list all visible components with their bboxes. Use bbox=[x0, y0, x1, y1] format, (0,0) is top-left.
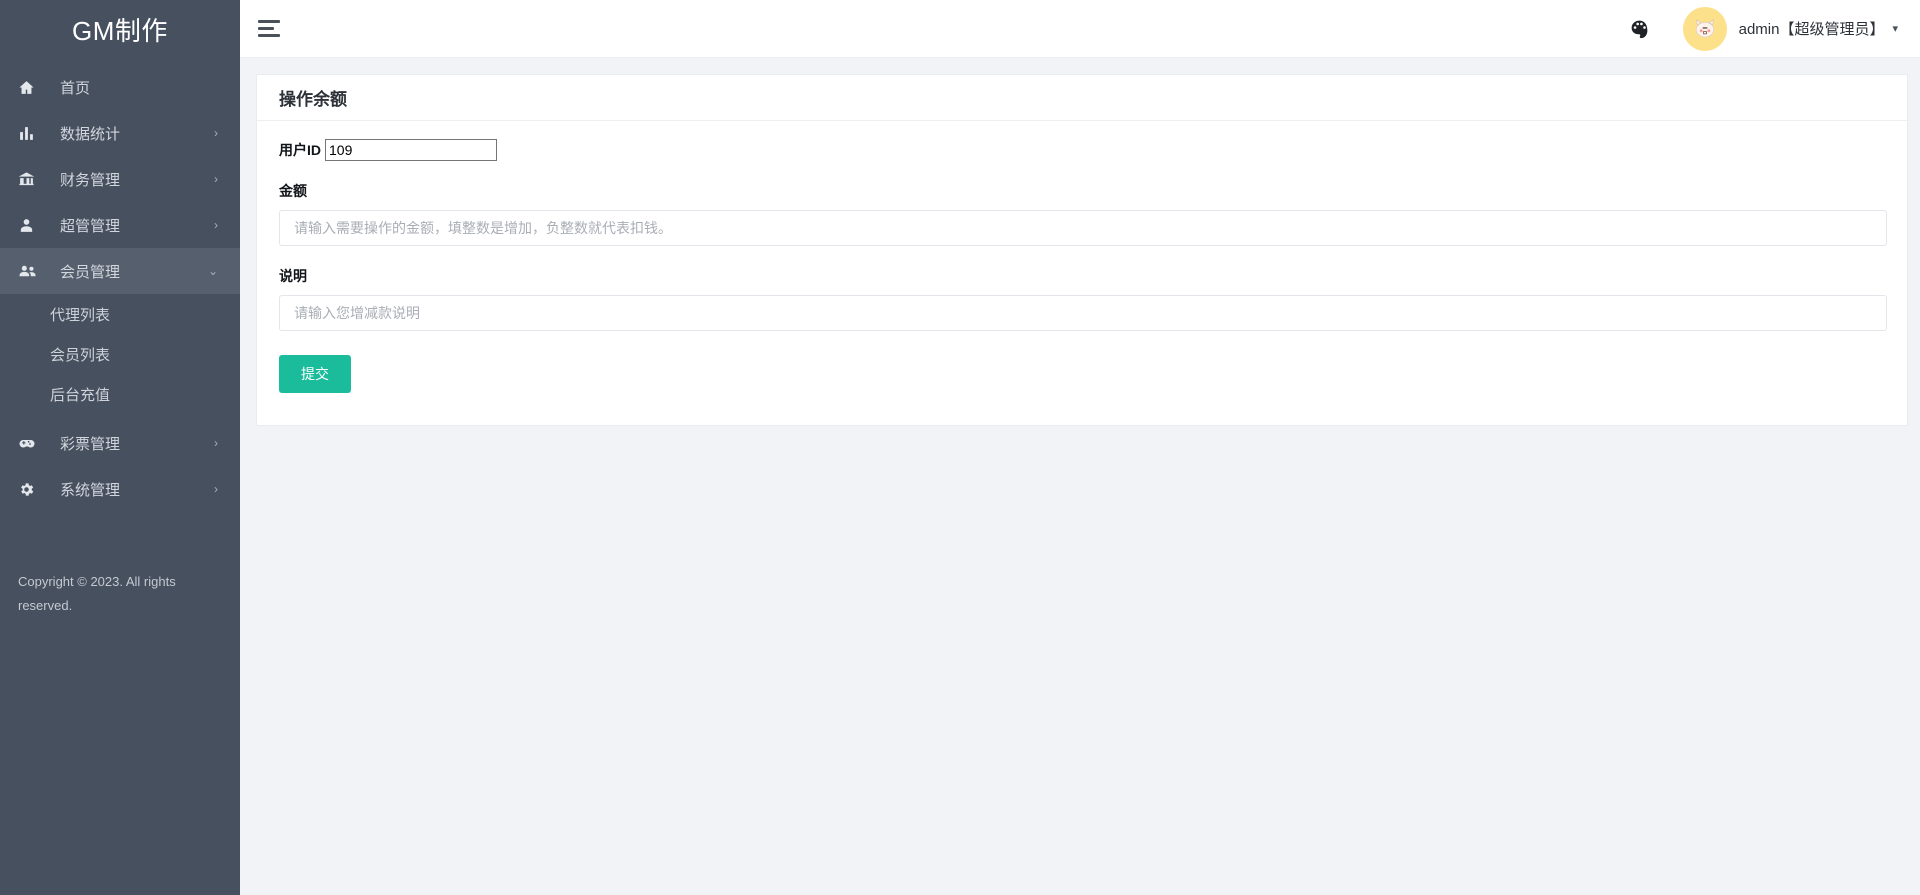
user-name-label: admin【超级管理员】 bbox=[1738, 21, 1885, 38]
sidebar-item-system[interactable]: 系统管理 › bbox=[0, 466, 240, 512]
cat-avatar-icon bbox=[1695, 18, 1714, 37]
sidebar-item-backend-recharge-label: 后台充值 bbox=[50, 386, 111, 404]
hamburger-bar bbox=[258, 27, 274, 30]
sidebar-nav: 首页 数据统计 › 财务管理 › 超管管理 › 会员管理 ⌄ 代理列表 会员列表… bbox=[0, 58, 240, 512]
sidebar-item-finance[interactable]: 财务管理 › bbox=[0, 156, 240, 202]
sidebar-item-superadmin[interactable]: 超管管理 › bbox=[0, 202, 240, 248]
user-menu[interactable]: admin【超级管理员】 ▾ bbox=[1682, 6, 1898, 51]
sidebar-item-member-list-label: 会员列表 bbox=[50, 346, 111, 364]
header-right-group: admin【超级管理员】 ▾ bbox=[1623, 6, 1898, 51]
page-title: 操作余额 bbox=[279, 90, 347, 109]
user-icon bbox=[18, 215, 46, 235]
avatar bbox=[1682, 6, 1727, 51]
description-input[interactable] bbox=[279, 295, 1887, 331]
sidebar-item-member-list[interactable]: 会员列表 bbox=[0, 334, 240, 374]
description-field-group: 说明 bbox=[279, 266, 1887, 331]
chevron-right-icon: › bbox=[214, 218, 218, 232]
bank-icon bbox=[18, 169, 46, 189]
home-icon bbox=[18, 77, 46, 97]
sidebar-item-agent-list[interactable]: 代理列表 bbox=[0, 294, 240, 334]
sidebar-item-agent-list-label: 代理列表 bbox=[50, 306, 111, 324]
gear-icon bbox=[18, 479, 46, 499]
chevron-right-icon: › bbox=[214, 482, 218, 496]
operate-balance-card: 操作余额 用户ID 金额 说明 提交 bbox=[256, 74, 1908, 426]
sidebar: GM制作 首页 数据统计 › 财务管理 › 超管管理 › 会员管理 ⌄ 代理列表… bbox=[0, 0, 240, 895]
amount-input[interactable] bbox=[279, 210, 1887, 246]
sidebar-item-members-label: 会员管理 bbox=[60, 263, 121, 281]
menu-toggle-icon[interactable] bbox=[258, 14, 288, 44]
copyright-text: Copyright © 2023. All rights reserved. bbox=[18, 574, 176, 613]
sidebar-item-lottery-label: 彩票管理 bbox=[60, 435, 121, 453]
main-content: 操作余额 用户ID 金额 说明 提交 bbox=[240, 58, 1920, 895]
sidebar-item-system-label: 系统管理 bbox=[60, 481, 121, 499]
sidebar-item-finance-label: 财务管理 bbox=[60, 171, 121, 189]
chevron-right-icon: › bbox=[214, 172, 218, 186]
chevron-right-icon: › bbox=[214, 126, 218, 140]
submit-button[interactable]: 提交 bbox=[279, 355, 351, 393]
brand-logo[interactable]: GM制作 bbox=[0, 0, 240, 58]
brand-label: GM制作 bbox=[72, 15, 168, 46]
operate-balance-form: 用户ID 金额 说明 提交 bbox=[257, 121, 1907, 393]
sidebar-submenu-members: 代理列表 会员列表 后台充值 bbox=[0, 294, 240, 414]
sidebar-item-statistics-label: 数据统计 bbox=[60, 125, 121, 143]
hamburger-bar bbox=[258, 20, 280, 23]
page-root: GM制作 首页 数据统计 › 财务管理 › 超管管理 › 会员管理 ⌄ 代理列表… bbox=[0, 0, 1920, 895]
description-label: 说明 bbox=[279, 268, 307, 284]
user-id-row: 用户ID bbox=[279, 139, 1885, 161]
hamburger-bar bbox=[258, 34, 280, 37]
top-header: admin【超级管理员】 ▾ bbox=[240, 0, 1920, 58]
chevron-down-icon: ⌄ bbox=[207, 264, 218, 278]
sidebar-item-backend-recharge[interactable]: 后台充值 bbox=[0, 374, 240, 414]
user-id-input[interactable] bbox=[325, 139, 497, 161]
users-icon bbox=[18, 261, 46, 281]
amount-label: 金额 bbox=[279, 183, 307, 199]
user-id-label: 用户ID bbox=[279, 142, 321, 158]
card-header: 操作余额 bbox=[257, 75, 1907, 121]
sidebar-item-statistics[interactable]: 数据统计 › bbox=[0, 110, 240, 156]
amount-field-group: 金额 bbox=[279, 181, 1887, 246]
sidebar-item-superadmin-label: 超管管理 bbox=[60, 217, 121, 235]
bar-chart-icon bbox=[18, 123, 46, 143]
gamepad-icon bbox=[18, 433, 46, 453]
sidebar-item-lottery[interactable]: 彩票管理 › bbox=[0, 420, 240, 466]
sidebar-item-home[interactable]: 首页 bbox=[0, 64, 240, 110]
sidebar-item-members[interactable]: 会员管理 ⌄ bbox=[0, 248, 240, 294]
chevron-down-icon: ▾ bbox=[1892, 23, 1898, 35]
chevron-right-icon: › bbox=[214, 436, 218, 450]
palette-icon[interactable] bbox=[1623, 12, 1657, 46]
sidebar-item-home-label: 首页 bbox=[60, 79, 91, 97]
